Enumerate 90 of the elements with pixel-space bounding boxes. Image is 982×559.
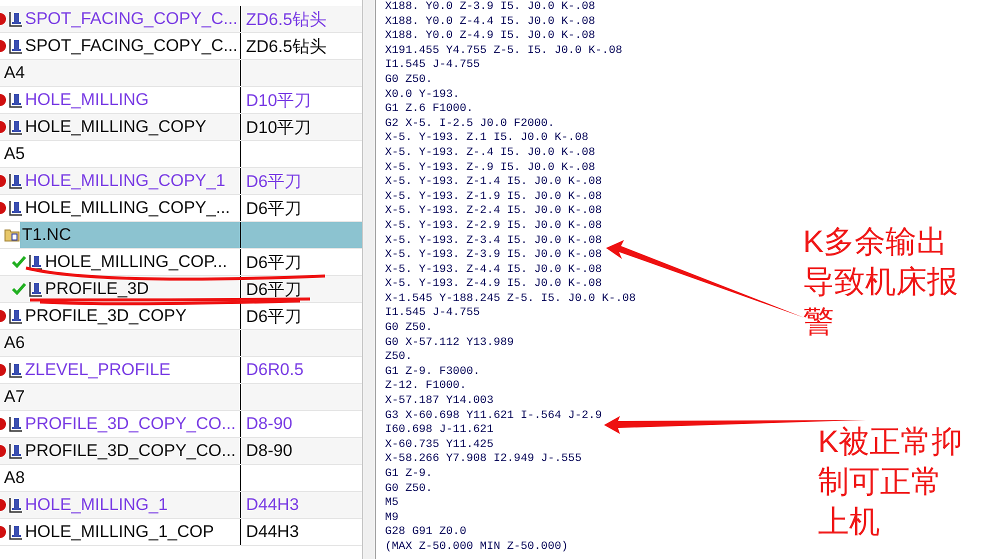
code-line: X-5. Y-193. Z-3.9 I5. J0.0 K-.08 [385,248,602,263]
operation-icon [8,118,23,136]
code-line: X-5. Y-193. Z-3.4 I5. J0.0 K-.08 [385,234,602,248]
splitter-bar[interactable] [362,0,376,559]
code-line: G0 X-57.112 Y13.989 [385,336,514,350]
group-label[interactable]: A4 [0,63,25,83]
operation-name[interactable]: ZLEVEL_PROFILE [25,360,171,380]
code-line: X-5. Y-193. Z-4.9 I5. J0.0 K-.08 [385,277,602,292]
code-line: I1.545 J-4.755 [385,58,480,73]
group-label[interactable]: A6 [0,333,25,353]
code-line: I60.698 J-11.621 [385,423,494,438]
group-label[interactable]: A8 [0,468,25,488]
code-line: I1.545 J-4.755 [385,306,480,322]
tool-name: D6平刀 [246,170,302,192]
operation-name[interactable]: HOLE_MILLING_1 [25,495,168,515]
code-line: Z-12. F1000. [385,379,466,394]
tool-name: D8-90 [246,414,292,434]
operation-icon [8,38,23,54]
code-line: G2 X-5. I-2.5 J0.0 F2000. [385,116,554,132]
annotation-note: K被正常抑制可正常上机 [818,423,964,541]
code-line: G3 X-60.698 Y11.621 I-.564 J-2.9 [385,408,602,424]
code-line: X-5. Y-193. Z-1.4 I5. J0.0 K-.08 [385,175,602,190]
annotation-note: K多余输出导致机床报警 [803,223,959,341]
tool-name: D10平刀 [246,90,312,112]
tool-name: D10平刀 [246,116,312,138]
code-line: G0 Z50. [385,321,432,336]
tool-name: D6平刀 [246,278,302,300]
code-line: X0.0 Y-193. [385,88,460,102]
tool-name: ZD6.5钻头 [246,8,326,30]
code-line: (MAX Z-50.000 MIN Z-50.000) [385,540,568,555]
tool-name: D8-90 [246,441,292,461]
code-line: X-5. Y-193. Z-1.9 I5. J0.0 K-.08 [385,190,602,204]
operation-icon [8,496,23,514]
code-line: X188. Y0.0 Z-4.4 I5. J0.0 K-.08 [385,14,596,30]
code-line: G0 Z50. [385,482,432,496]
operation-name[interactable]: HOLE_MILLING_COP... [45,252,228,272]
group-label[interactable]: A5 [0,144,25,164]
code-line: X-57.187 Y14.003 [385,394,494,409]
code-line: M9 [385,510,399,526]
tool-name: D44H3 [246,495,299,515]
operation-icon [28,254,43,270]
operation-name[interactable]: PROFILE_3D [45,279,149,299]
operation-icon [8,10,23,28]
code-line: X-60.735 Y11.425 [385,438,494,452]
operation-name[interactable]: HOLE_MILLING_COPY_... [25,198,230,218]
program-label[interactable]: T1.NC [22,225,72,245]
code-line: X191.455 Y4.755 Z-5. I5. J0.0 K-.08 [385,44,622,58]
operation-name[interactable]: PROFILE_3D_COPY_CO... [25,441,236,461]
operation-name[interactable]: HOLE_MILLING [25,90,149,110]
operation-icon [8,200,23,216]
operation-name[interactable]: SPOT_FACING_COPY_C... [25,36,238,56]
code-line: X-5. Y-193. Z-2.4 I5. J0.0 K-.08 [385,204,602,219]
operation-name[interactable]: PROFILE_3D_COPY_CO... [25,414,236,434]
operation-name[interactable]: PROFILE_3D_COPY [25,306,187,326]
code-line: G28 G91 Z0.0 [385,525,466,540]
code-line: X-5. Y-193. Z-4.4 I5. J0.0 K-.08 [385,262,602,278]
operation-name[interactable]: HOLE_MILLING_1_COP [25,522,214,542]
code-line: X-5. Y-193. Z-.4 I5. J0.0 K-.08 [385,146,596,161]
operation-icon [8,416,23,432]
tool-name: ZD6.5钻头 [246,36,326,58]
code-line: X-5. Y-193. Z-2.9 I5. J0.0 K-.08 [385,218,602,234]
code-line: G1 Z-9. F3000. [385,364,480,380]
operation-name[interactable]: HOLE_MILLING_COPY [25,117,206,137]
operation-icon [8,362,23,378]
operation-icon [28,280,43,298]
code-line: X-58.266 Y7.908 I2.949 J-.555 [385,452,582,467]
operation-icon [8,524,23,540]
operation-icon [8,308,23,324]
group-label[interactable]: A7 [0,387,25,407]
code-line: G0 Z50. [385,72,432,88]
operation-icon [8,442,23,460]
folder-icon [4,228,20,242]
code-line: X188. Y0.0 Z-4.9 I5. J0.0 K-.08 [385,29,596,44]
code-line: X-1.545 Y-188.245 Z-5. I5. J0.0 K-.08 [385,292,636,306]
tool-name: D6平刀 [246,198,302,220]
code-line: G1 Z-9. [385,467,432,482]
code-line: G1 Z.6 F1000. [385,102,474,117]
operation-name[interactable]: SPOT_FACING_COPY_C... [25,9,238,29]
operation-icon [8,92,23,108]
operation-icon [8,172,23,190]
operation-name[interactable]: HOLE_MILLING_COPY_1 [25,171,226,191]
code-line: X188. Y0.0 Z-3.9 I5. J0.0 K-.08 [385,0,596,15]
tool-name: D6平刀 [246,252,302,274]
code-line: X-5. Y-193. Z-.9 I5. J0.0 K-.08 [385,160,596,176]
code-line: Z50. [385,350,412,365]
tool-name: D44H3 [246,522,299,542]
tool-name: D6平刀 [246,306,302,328]
tool-name: D6R0.5 [246,360,304,380]
code-line: X-5. Y-193. Z.1 I5. J0.0 K-.08 [385,131,588,146]
code-line: M5 [385,496,399,511]
